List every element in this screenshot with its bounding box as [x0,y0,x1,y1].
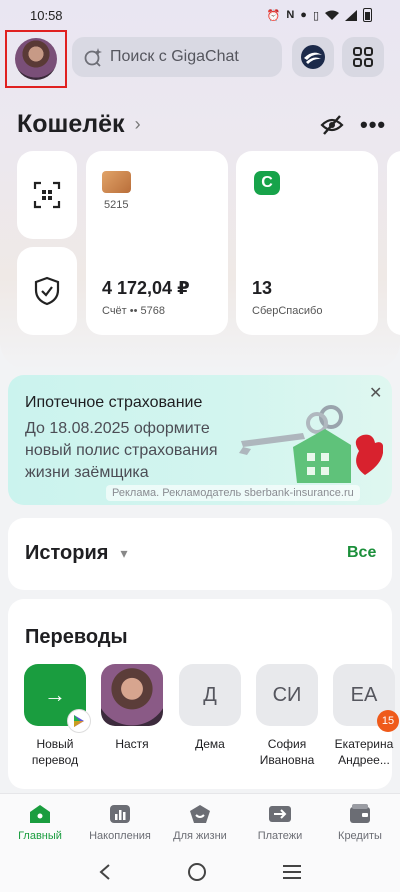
nav-label: Главный [18,830,62,842]
recents-icon[interactable] [282,864,302,880]
sberspasibo-card[interactable]: С 13 СберСпасибо [236,151,378,335]
contact-ekaterina[interactable]: ЕА 15 Екатерина Андрее... [328,664,400,768]
nfc-icon: N [286,9,295,21]
search-placeholder: Поиск с GigaChat [110,48,239,65]
alarm-icon: ⏰ [266,9,281,22]
signal-icon [345,9,357,21]
account-label: Счёт •• 5768 [102,305,165,317]
nav-credits[interactable]: Кредиты [320,794,400,851]
bonus-label: СберСпасибо [252,305,323,317]
apps-menu-button[interactable] [342,37,384,77]
contact-name: Настя [115,737,149,751]
credits-icon [350,804,370,823]
vibrate-icon: ▯ [312,9,319,22]
wallet-title[interactable]: Кошелёк › [17,110,141,139]
chevron-down-icon: ▾ [120,545,128,561]
nav-label: Для жизни [173,830,227,842]
bonus-balance: 13 [252,278,273,298]
count-badge: 15 [377,710,399,732]
header: Поиск с GigaChat [0,30,400,88]
nav-label: Накопления [89,830,151,842]
wallet-title-text: Кошелёк [17,110,125,138]
status-time: 10:58 [30,7,63,23]
next-card-peek[interactable] [387,151,400,335]
more-icon[interactable]: ••• [360,112,386,138]
status-icons: ⏰ N ● ▯ [267,8,372,22]
home-circle-icon[interactable] [187,862,207,882]
account-card[interactable]: 5215 4 172,04 ₽ Счёт •• 5768 [86,151,228,335]
ad-illustration-keys-house-heart [239,405,383,483]
status-bar: 10:58 ⏰ N ● ▯ [0,0,400,30]
history-title-text: История [25,542,109,564]
back-icon[interactable] [98,863,112,881]
search-bar[interactable]: Поиск с GigaChat [72,37,282,77]
assistant-button[interactable] [292,37,334,77]
history-title[interactable]: История ▾ [25,542,127,565]
payments-icon [269,806,291,822]
gigachat-icon [84,48,102,67]
avatar: ЕА 15 [333,664,399,732]
nav-label: Платежи [257,830,303,842]
home-icon [30,805,50,823]
nav-home[interactable]: Главный [0,794,80,851]
chevron-right-icon: › [134,114,141,134]
ad-banner[interactable]: Ипотечное страхование До 18.08.2025 офор… [8,375,392,505]
bank-card-icon [102,171,131,193]
qr-scan-icon [33,181,61,209]
contact-nastya[interactable]: Настя [96,664,168,752]
qr-scan-button[interactable] [17,151,77,239]
avatar: СИ [256,664,318,726]
transfers-title: Переводы [25,626,128,648]
security-button[interactable] [17,247,77,335]
ad-disclaimer[interactable]: Реклама. Рекламодатель sberbank-insuranc… [106,485,360,501]
contact-name: Новый перевод [31,737,79,767]
profile-avatar-highlight[interactable] [5,30,67,88]
contact-name: София Ивановна [259,737,315,767]
hide-balance-icon[interactable] [320,114,344,136]
contact-dema[interactable]: Д Дема [174,664,246,752]
contact-name: Дема [195,737,225,751]
sber-assistant-icon [301,45,325,69]
new-transfer-icon: → [24,664,90,732]
system-nav-bar [0,851,400,892]
savings-icon [110,805,130,823]
avatar-initials: ЕА [350,683,378,706]
nav-lifestyle[interactable]: Для жизни [160,794,240,851]
contact-sofia[interactable]: СИ София Ивановна [251,664,323,768]
arrow-right-icon: → [44,682,66,707]
shield-check-icon [34,276,60,306]
bottom-nav: Главный Накопления Для жизни Платежи Кре… [0,793,400,851]
wifi-icon [325,10,339,20]
avatar [101,664,163,726]
nav-payments[interactable]: Платежи [240,794,320,851]
ad-text: До 18.08.2025 оформите новый полис страх… [25,420,218,481]
lifestyle-icon [190,805,210,823]
location-icon: ● [300,9,307,21]
card-number: 5215 [104,199,129,211]
ad-title: Ипотечное страхование [25,394,203,411]
history-section[interactable]: История ▾ Все [8,518,392,590]
account-balance: 4 172,04 ₽ [102,278,190,298]
nav-label: Кредиты [338,830,382,842]
nav-savings[interactable]: Накопления [80,794,160,851]
contact-new-transfer[interactable]: → Новый перевод [19,664,91,768]
history-all-link[interactable]: Все [347,544,376,562]
profile-avatar[interactable] [15,38,57,80]
transfers-section: Переводы → Новый перевод Настя Д Дема СИ… [8,599,399,789]
sberspasibo-logo-icon: С [254,171,280,195]
avatar: Д [179,664,241,726]
sbp-icon [68,710,90,732]
apps-grid-icon [353,47,373,67]
contact-name: Екатерина Андрее... [334,737,394,767]
battery-icon [363,8,372,22]
close-icon[interactable]: ✕ [369,383,382,403]
